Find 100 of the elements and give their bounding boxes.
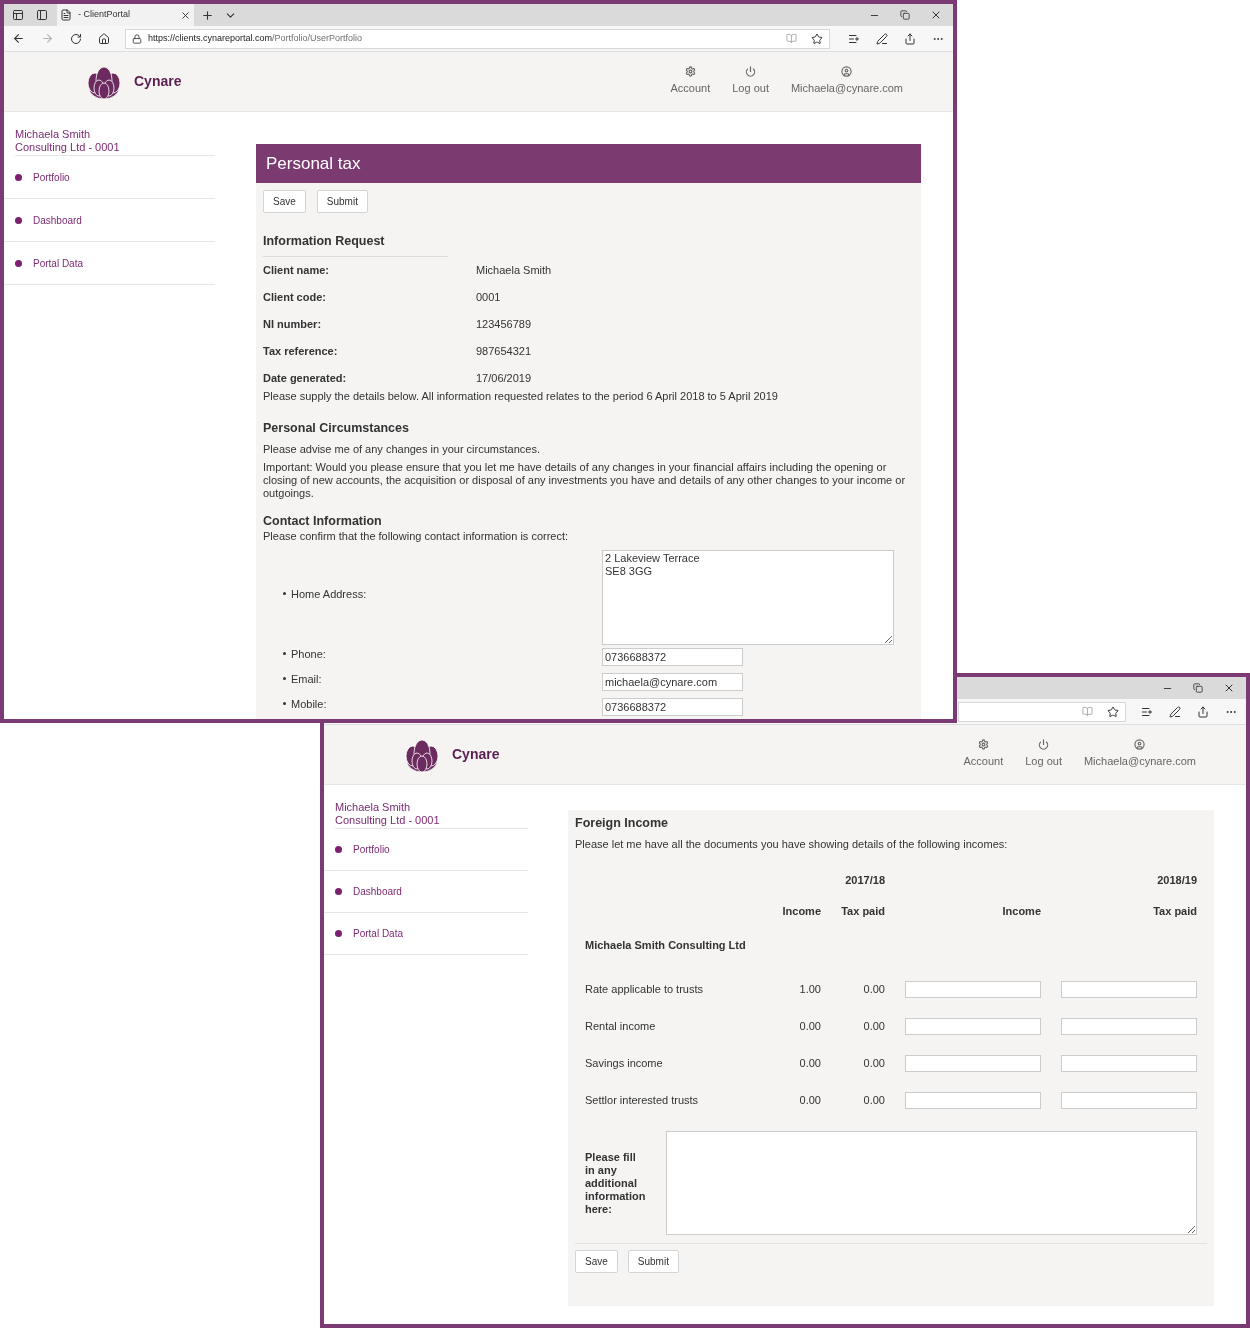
pen-icon[interactable]	[876, 32, 888, 45]
income-value: 1.00	[798, 982, 821, 997]
close-icon[interactable]	[180, 9, 191, 21]
text-input[interactable]: 0736688372	[602, 647, 743, 666]
sidebar-link[interactable]: Portfolio	[353, 842, 390, 857]
share-icon[interactable]	[904, 32, 916, 45]
column-heading: Tax paid	[1152, 905, 1197, 918]
income-input[interactable]	[905, 1054, 1041, 1072]
income-input[interactable]	[905, 980, 1041, 998]
income-value: 0.00	[798, 1019, 821, 1034]
tab-aside-icon[interactable]	[36, 9, 48, 21]
close-icon[interactable]	[930, 9, 942, 21]
row-label: Rate applicable to trusts	[585, 982, 704, 997]
tax-value: 0.00	[862, 1056, 885, 1071]
text-input[interactable]: 0736688372	[602, 697, 743, 716]
field-label: Email:	[291, 671, 322, 687]
nav-link[interactable]: Log out	[1025, 739, 1062, 770]
sidebar-link[interactable]: Dashboard	[353, 884, 402, 899]
field-value: Michaela Smith	[476, 263, 552, 278]
home-icon[interactable]	[98, 32, 110, 45]
client-title: Michaela Smith	[335, 801, 412, 814]
refresh-icon[interactable]	[70, 32, 82, 45]
field-label: Client name:	[263, 263, 330, 278]
close-icon[interactable]	[1223, 682, 1235, 694]
sidebar-link[interactable]: Dashboard	[33, 212, 82, 228]
restore-icon[interactable]	[1193, 683, 1203, 693]
tax-value: 0.00	[862, 1019, 885, 1034]
group-heading: Michaela Smith Consulting Ltd	[585, 938, 747, 954]
column-heading: Income	[781, 905, 821, 918]
nav-link[interactable]: Account	[670, 66, 711, 97]
tax-input[interactable]	[1061, 1017, 1197, 1035]
field-value: 0001	[476, 290, 501, 305]
tax-value: 0.00	[862, 1093, 885, 1108]
row-label: Settlor interested trusts	[585, 1093, 700, 1108]
tax-input[interactable]	[1061, 1054, 1197, 1072]
star-icon[interactable]	[811, 32, 823, 45]
address-field[interactable]: 2 Lakeview Terrace SE8 3GG	[602, 549, 894, 645]
year-heading: 2018/19	[1156, 873, 1197, 889]
page-icon	[60, 9, 72, 21]
nav-link[interactable]: Michaela@cynare.com	[1083, 739, 1196, 770]
section-heading: Personal Circumstances	[263, 420, 410, 438]
bullet-icon	[283, 702, 286, 706]
income-input[interactable]	[905, 1017, 1041, 1035]
nav-link[interactable]: Account	[963, 739, 1004, 770]
tabs-icon[interactable]	[12, 9, 24, 21]
address-field[interactable]: https://clients.cynareportal.com/Portfolio/UserPortfolio	[125, 28, 830, 49]
favorites-icon[interactable]	[848, 32, 860, 45]
column-heading: Income	[1001, 905, 1041, 918]
paragraph: Please let me have all the documents you have showing details of the following incomes:	[575, 836, 1009, 852]
user-icon	[841, 66, 853, 78]
form-button[interactable]: Submit	[316, 190, 368, 213]
nav-link[interactable]: Michaela@cynare.com	[790, 66, 903, 97]
browser-tab[interactable]: - ClientPortal	[57, 4, 194, 26]
sidebar-link[interactable]: Portal Data	[33, 255, 84, 271]
gear-icon	[977, 739, 989, 751]
client-title: Michaela Smith	[15, 128, 92, 141]
brand-name: Cynare	[452, 745, 500, 764]
tax-input[interactable]	[1061, 1091, 1197, 1109]
field-value: 17/06/2019	[476, 371, 532, 386]
favorites-icon[interactable]	[1141, 705, 1153, 718]
income-value: 0.00	[798, 1056, 821, 1071]
power-icon	[745, 66, 757, 78]
tax-input[interactable]	[1061, 980, 1197, 998]
field-label: Tax reference:	[263, 344, 339, 359]
paragraph: Please advise me of any changes in your circumstances.	[263, 443, 541, 456]
bullet-icon	[335, 846, 342, 853]
row-label: Savings income	[585, 1056, 664, 1071]
back-arrow-icon[interactable]	[12, 32, 25, 45]
income-value: 0.00	[798, 1093, 821, 1108]
intro-text: Please supply the details below. All information requested relates to the period 6 April 2018 to 5 April 2019	[263, 388, 779, 404]
star-icon[interactable]	[1107, 705, 1119, 718]
form-button[interactable]: Submit	[627, 1249, 679, 1273]
bullet-icon	[15, 216, 22, 224]
section-heading: Information Request	[263, 232, 448, 257]
pen-icon[interactable]	[1169, 705, 1181, 718]
section-heading: Foreign Income	[575, 815, 670, 832]
income-input[interactable]	[905, 1091, 1041, 1109]
notes-field[interactable]	[666, 1130, 1197, 1235]
client-title: Consulting Ltd - 0001	[15, 141, 121, 154]
new-tab-icon[interactable]	[201, 8, 214, 22]
share-icon[interactable]	[1197, 705, 1209, 718]
sidebar-link[interactable]: Portal Data	[353, 926, 404, 941]
field-label: NI number:	[263, 317, 323, 332]
form-button[interactable]: Save	[575, 1249, 618, 1273]
gear-icon	[684, 66, 696, 78]
form-button[interactable]: Save	[263, 190, 306, 213]
restore-icon[interactable]	[900, 10, 910, 20]
address-field[interactable]	[958, 701, 1126, 722]
row-label: Rental income	[585, 1019, 657, 1034]
bullet-icon	[335, 888, 342, 895]
nav-link[interactable]: Log out	[732, 66, 769, 97]
sidebar-link[interactable]: Portfolio	[33, 169, 70, 185]
notes-label: Please fill in any additional information here:	[585, 1149, 647, 1217]
bullet-icon	[283, 677, 286, 681]
field-label: Mobile:	[291, 696, 327, 712]
paragraph: Important: Would you please ensure that you let me have details of any changes in your financial affairs including the opening or closing of new accounts, the acquisition or disposal of any investments you have and details of any other changes to your income or outgoings.	[263, 461, 907, 500]
tax-value: 0.00	[862, 982, 885, 997]
column-heading: Tax paid	[841, 905, 885, 918]
text-input[interactable]: michaela@cynare.com	[602, 672, 743, 691]
power-icon	[1038, 739, 1050, 751]
